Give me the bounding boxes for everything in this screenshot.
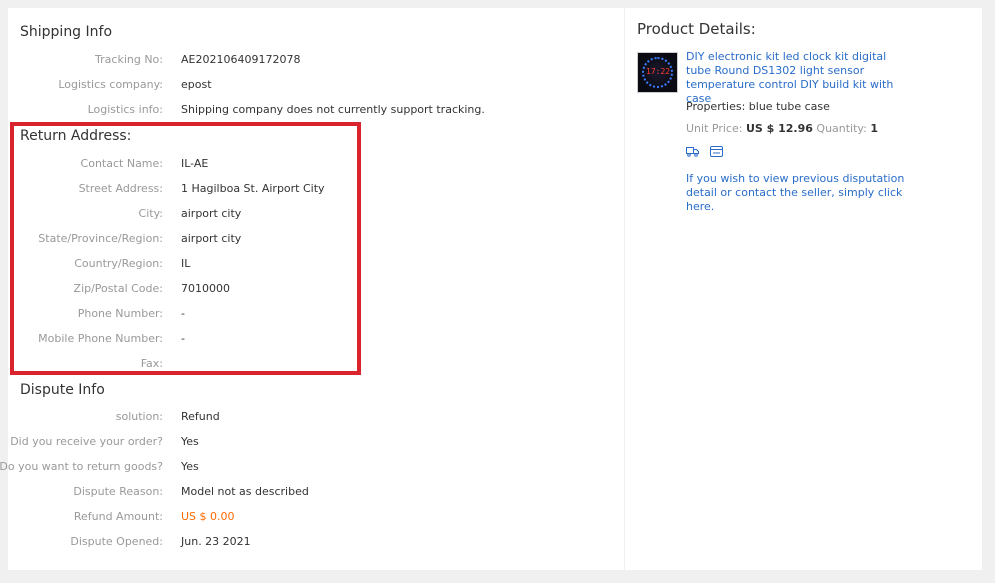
- contact-name-row: Contact Name: IL-AE: [8, 154, 608, 174]
- dispute-opened-label: Dispute Opened:: [70, 535, 163, 548]
- mobile-phone-label: Mobile Phone Number:: [38, 332, 163, 345]
- street-address-value: 1 Hagilboa St. Airport City: [181, 182, 325, 195]
- product-name-link[interactable]: DIY electronic kit led clock kit digital…: [686, 50, 906, 106]
- street-address-label: Street Address:: [78, 182, 163, 195]
- state-value: airport city: [181, 232, 242, 245]
- refund-amount-value: US $ 0.00: [181, 510, 235, 523]
- received-order-label: Did you receive your order?: [10, 435, 163, 448]
- unit-price-label: Unit Price:: [686, 122, 743, 135]
- city-row: City: airport city: [8, 204, 608, 224]
- dispute-info-title: Dispute Info: [20, 382, 105, 398]
- phone-value: -: [181, 307, 185, 320]
- solution-value: Refund: [181, 410, 220, 423]
- dispute-opened-value: Jun. 23 2021: [181, 535, 251, 548]
- dispute-opened-row: Dispute Opened: Jun. 23 2021: [8, 532, 608, 552]
- refund-amount-row: Refund Amount: US $ 0.00: [8, 507, 608, 527]
- solution-row: solution: Refund: [8, 407, 608, 427]
- fax-row: Fax:: [8, 354, 608, 374]
- zip-row: Zip/Postal Code: 7010000: [8, 279, 608, 299]
- return-goods-row: Do you want to return goods? Yes: [0, 457, 608, 477]
- fax-label: Fax:: [140, 357, 163, 370]
- city-value: airport city: [181, 207, 242, 220]
- unit-price-value: US $ 12.96: [745, 122, 813, 135]
- contact-name-value: IL-AE: [181, 157, 209, 170]
- tracking-row: Tracking No: AE202106409172078: [8, 50, 608, 70]
- street-address-row: Street Address: 1 Hagilboa St. Airport C…: [8, 179, 608, 199]
- state-label: State/Province/Region:: [38, 232, 163, 245]
- zip-label: Zip/Postal Code:: [73, 282, 163, 295]
- price-row: Unit Price: US $ 12.96 Quantity: 1: [686, 122, 878, 135]
- tracking-label: Tracking No:: [95, 53, 163, 66]
- product-properties: Properties: blue tube case: [686, 100, 830, 113]
- dispute-reason-value: Model not as described: [181, 485, 309, 498]
- product-thumbnail[interactable]: 17:22: [637, 52, 678, 93]
- product-icons: [686, 141, 729, 157]
- shipping-info-title: Shipping Info: [20, 24, 113, 40]
- card-icon[interactable]: [710, 142, 724, 161]
- contact-name-label: Contact Name:: [80, 157, 163, 170]
- dispute-detail-panel: Shipping Info Tracking No: AE20210640917…: [0, 8, 624, 570]
- mobile-phone-row: Mobile Phone Number: -: [8, 329, 608, 349]
- state-row: State/Province/Region: airport city: [8, 229, 608, 249]
- logistics-company-row: Logistics company: epost: [8, 75, 608, 95]
- view-disputation-link[interactable]: If you wish to view previous disputation…: [686, 172, 926, 214]
- refund-amount-label: Refund Amount:: [73, 510, 163, 523]
- received-order-row: Did you receive your order? Yes: [8, 432, 608, 452]
- return-goods-label: Do you want to return goods?: [0, 460, 163, 473]
- solution-label: solution:: [115, 410, 163, 423]
- return-goods-value: Yes: [181, 460, 199, 473]
- dispute-reason-row: Dispute Reason: Model not as described: [8, 482, 608, 502]
- logistics-info-value: Shipping company does not currently supp…: [181, 103, 485, 116]
- logistics-company-label: Logistics company:: [58, 78, 163, 91]
- phone-row: Phone Number: -: [8, 304, 608, 324]
- quantity-label: Quantity:: [816, 122, 867, 135]
- product-details-panel: Product Details: 17:22 DIY electronic ki…: [625, 8, 982, 570]
- quantity-value: 1: [870, 122, 879, 135]
- country-value: IL: [181, 257, 191, 270]
- zip-value: 7010000: [181, 282, 230, 295]
- dispute-reason-label: Dispute Reason:: [73, 485, 163, 498]
- tracking-value: AE202106409172078: [181, 53, 301, 66]
- logistics-company-value: epost: [181, 78, 212, 91]
- received-order-value: Yes: [181, 435, 199, 448]
- shipping-icon[interactable]: [686, 142, 699, 161]
- logistics-info-label: Logistics info:: [87, 103, 163, 116]
- mobile-phone-value: -: [181, 332, 185, 345]
- country-label: Country/Region:: [74, 257, 163, 270]
- city-label: City:: [138, 207, 163, 220]
- clock-digits: 17:22: [646, 67, 671, 76]
- phone-label: Phone Number:: [77, 307, 163, 320]
- return-address-title: Return Address:: [20, 128, 132, 144]
- product-details-title: Product Details:: [637, 20, 756, 38]
- logistics-info-row: Logistics info: Shipping company does no…: [8, 100, 608, 120]
- country-row: Country/Region: IL: [8, 254, 608, 274]
